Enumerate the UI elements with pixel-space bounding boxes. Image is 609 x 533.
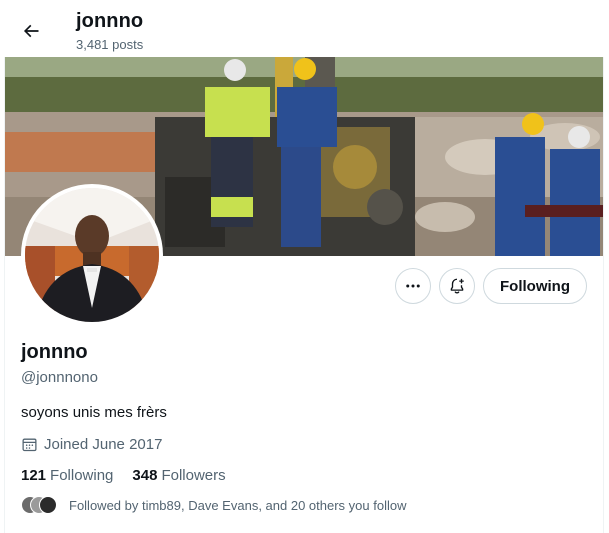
notifications-button[interactable]: [439, 268, 475, 304]
followers-label: Followers: [161, 467, 226, 484]
profile-bio: soyons unis mes frèrs: [21, 404, 167, 421]
mini-avatar: [39, 496, 57, 514]
back-button[interactable]: [16, 16, 46, 46]
followers-count: 348: [132, 467, 158, 484]
bell-plus-icon: [450, 278, 464, 294]
profile-display-name: jonnno: [21, 341, 88, 363]
following-stat[interactable]: 121 Following: [21, 467, 113, 484]
follow-stats: 121 Following 348 Followers: [21, 467, 226, 484]
header-name: jonnno: [76, 10, 144, 32]
arrow-left-icon: [23, 24, 39, 38]
joined-date: Joined June 2017: [21, 436, 162, 453]
following-button[interactable]: Following: [483, 268, 587, 304]
following-count: 121: [21, 467, 47, 484]
following-label: Following: [50, 467, 114, 484]
followed-by-text: Followed by timb89, Dave Evans, and 20 o…: [69, 497, 407, 513]
followed-by-row[interactable]: Followed by timb89, Dave Evans, and 20 o…: [21, 496, 406, 514]
more-button[interactable]: [395, 268, 431, 304]
top-bar: jonnno 3,481 posts: [4, 4, 604, 57]
header-post-count: 3,481 posts: [76, 37, 144, 52]
avatar-photo: [25, 188, 159, 322]
followers-stat[interactable]: 348 Followers: [132, 467, 225, 484]
joined-text: Joined June 2017: [44, 436, 163, 453]
calendar-icon: [22, 438, 37, 452]
profile-handle: @jonnnono: [21, 369, 98, 386]
followed-by-avatars: [21, 496, 57, 514]
more-icon: [406, 284, 420, 288]
profile-avatar[interactable]: [21, 184, 163, 326]
